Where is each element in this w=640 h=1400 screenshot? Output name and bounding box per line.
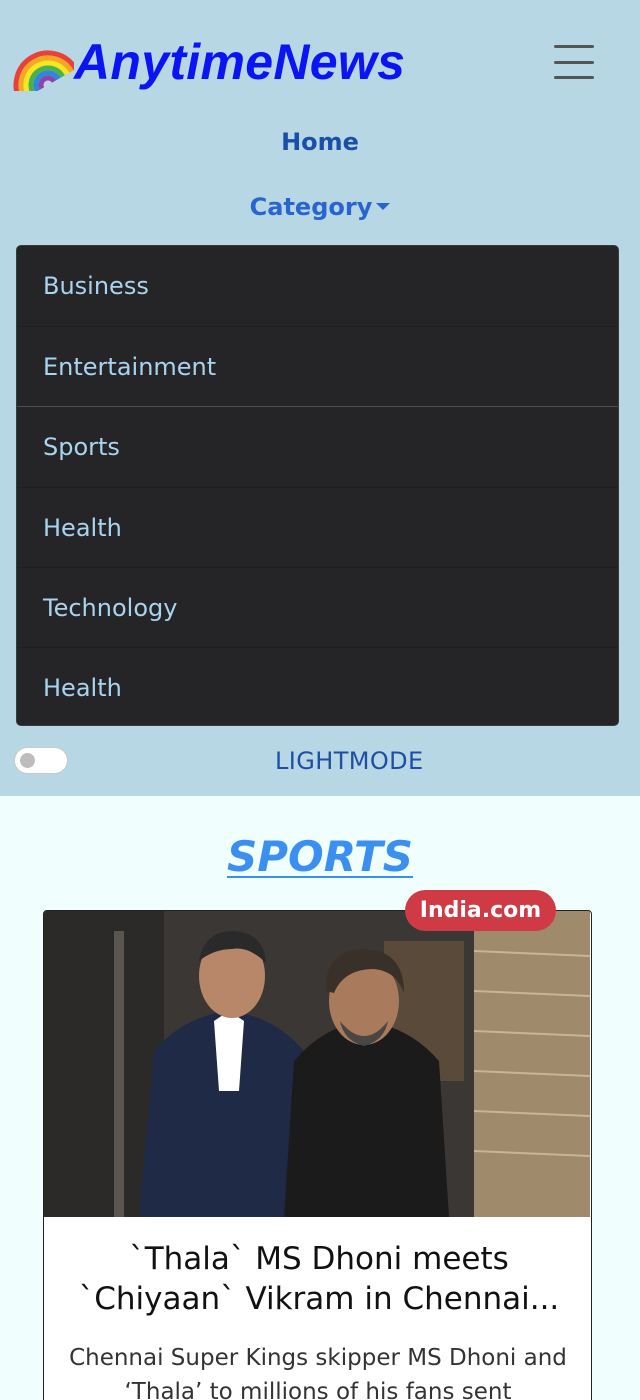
section-title: SPORTS [226,832,414,881]
article-title[interactable]: `Thala` MS Dhoni meets `Chiyaan` Vikram … [64,1239,574,1319]
brand-name: AnytimeNews [74,34,406,90]
nav-link-home[interactable]: Home [0,128,640,156]
article-image[interactable] [44,911,590,1217]
dropdown-item-business[interactable]: Business [17,246,618,326]
rainbow-icon [13,50,74,91]
dropdown-item-technology[interactable]: Technology [17,567,618,647]
source-badge: India.com [405,890,556,931]
caret-down-icon [376,202,391,210]
theme-toggle-label: LIGHTMODE [275,747,424,775]
navbar: AnytimeNews Home Category Business Enter… [0,0,640,796]
article-photo [44,911,590,1217]
dropdown-item-health-2[interactable]: Health [17,647,618,727]
hamburger-icon [554,45,594,48]
dropdown-item-health[interactable]: Health [17,487,618,567]
nav-category-label: Category [249,193,373,221]
category-dropdown-menu: Business Entertainment Sports Health Tec… [16,245,619,726]
brand-logo-link[interactable]: AnytimeNews [12,30,405,94]
hamburger-menu-button[interactable] [544,38,604,86]
toggle-knob [20,753,35,768]
dropdown-item-entertainment[interactable]: Entertainment [17,326,618,406]
dropdown-item-sports[interactable]: Sports [17,407,618,487]
nav-dropdown-category[interactable]: Category [0,193,640,221]
article-description: Chennai Super Kings skipper MS Dhoni and… [69,1345,567,1400]
theme-toggle-switch[interactable] [14,747,68,774]
news-card[interactable]: `Thala` MS Dhoni meets `Chiyaan` Vikram … [43,910,592,1400]
